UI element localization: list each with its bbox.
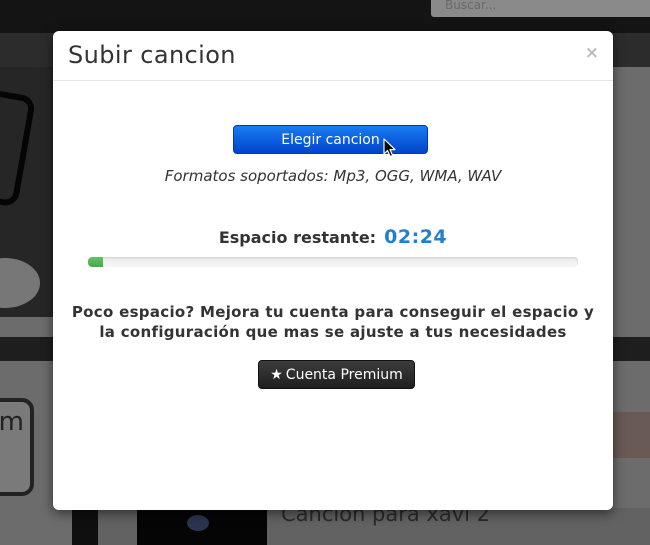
side-panel: [613, 412, 650, 458]
keycap-image: m: [0, 398, 34, 496]
song-row-handle: [72, 508, 98, 545]
thumbnail-figure: [187, 515, 209, 531]
supported-formats-text: Formatos soportados: Mp3, OGG, WMA, WAV: [164, 167, 502, 185]
space-progress-bar: [88, 257, 578, 267]
remaining-space: Espacio restante: 02:24: [53, 224, 613, 251]
modal-header: Subir cancion ×: [53, 31, 613, 81]
space-progress-fill: [88, 257, 103, 267]
remaining-space-label: Espacio restante:: [218, 228, 377, 247]
mouse-cursor-icon: [383, 138, 396, 158]
premium-account-button[interactable]: ★ Cuenta Premium: [258, 360, 415, 389]
remaining-space-value: 02:24: [384, 226, 448, 248]
upgrade-message: Poco espacio? Mejora tu cuenta para cons…: [68, 302, 598, 342]
choose-song-button[interactable]: Elegir cancion: [233, 125, 428, 154]
search-input[interactable]: Buscar...: [431, 0, 650, 17]
star-icon: ★: [270, 367, 283, 383]
upload-song-modal: Subir cancion × Elegir cancion Formatos …: [53, 31, 613, 510]
upgrade-message-line-1: Poco espacio? Mejora tu cuenta para cons…: [71, 303, 595, 321]
premium-button-label: Cuenta Premium: [285, 367, 403, 383]
modal-title: Subir cancion: [68, 41, 236, 69]
close-icon[interactable]: ×: [585, 43, 599, 63]
upgrade-message-line-2: la configuración que mas se ajuste a tus…: [99, 323, 567, 341]
